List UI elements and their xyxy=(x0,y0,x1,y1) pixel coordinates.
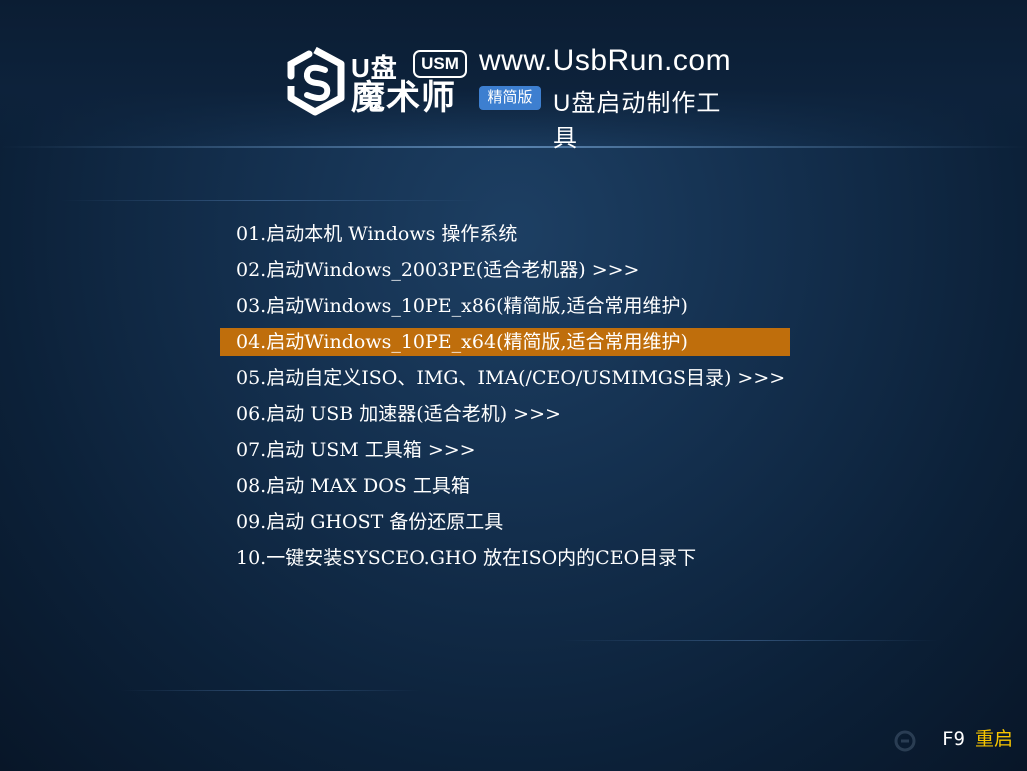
usm-logo-icon xyxy=(287,46,345,116)
menu-item-01[interactable]: 01.启动本机 Windows 操作系统 xyxy=(220,220,790,248)
app-subtitle: U盘启动制作工具 xyxy=(553,90,722,152)
f9-key-label: F9 xyxy=(942,728,965,750)
background-streak xyxy=(120,690,420,691)
header-divider xyxy=(0,146,1027,148)
menu-item-02[interactable]: 02.启动Windows_2003PE(适合老机器) >>> xyxy=(220,256,790,284)
brand-name: 魔术师 xyxy=(351,79,456,117)
brand-usm-badge: USM xyxy=(413,50,467,78)
menu-item-09[interactable]: 09.启动 GHOST 备份还原工具 xyxy=(220,508,790,536)
background-streak xyxy=(560,640,940,641)
menu-item-07[interactable]: 07.启动 USM 工具箱 >>> xyxy=(220,436,790,464)
boot-menu: 01.启动本机 Windows 操作系统 02.启动Windows_2003PE… xyxy=(220,220,790,580)
menu-item-03[interactable]: 03.启动Windows_10PE_x86(精简版,适合常用维护) xyxy=(220,292,790,320)
menu-item-05[interactable]: 05.启动自定义ISO、IMG、IMA(/CEO/USMIMGS目录) >>> xyxy=(220,364,790,392)
reboot-hint[interactable]: F9 重启 xyxy=(942,724,1013,751)
site-url: www.UsbRun.com xyxy=(479,44,732,77)
background-streak xyxy=(60,200,480,201)
usm-logo: U盘 USM 魔术师 www.UsbRun.com 精简版 U盘启动制作工具 xyxy=(285,44,745,152)
menu-item-04[interactable]: 04.启动Windows_10PE_x64(精简版,适合常用维护) xyxy=(220,328,790,356)
menu-item-08[interactable]: 08.启动 MAX DOS 工具箱 xyxy=(220,472,790,500)
menu-item-06[interactable]: 06.启动 USB 加速器(适合老机) >>> xyxy=(220,400,790,428)
edition-badge: 精简版 xyxy=(479,86,541,110)
reboot-label: 重启 xyxy=(974,728,1013,750)
menu-item-10[interactable]: 10.一键安装SYSCEO.GHO 放在ISO内的CEO目录下 xyxy=(220,544,790,572)
